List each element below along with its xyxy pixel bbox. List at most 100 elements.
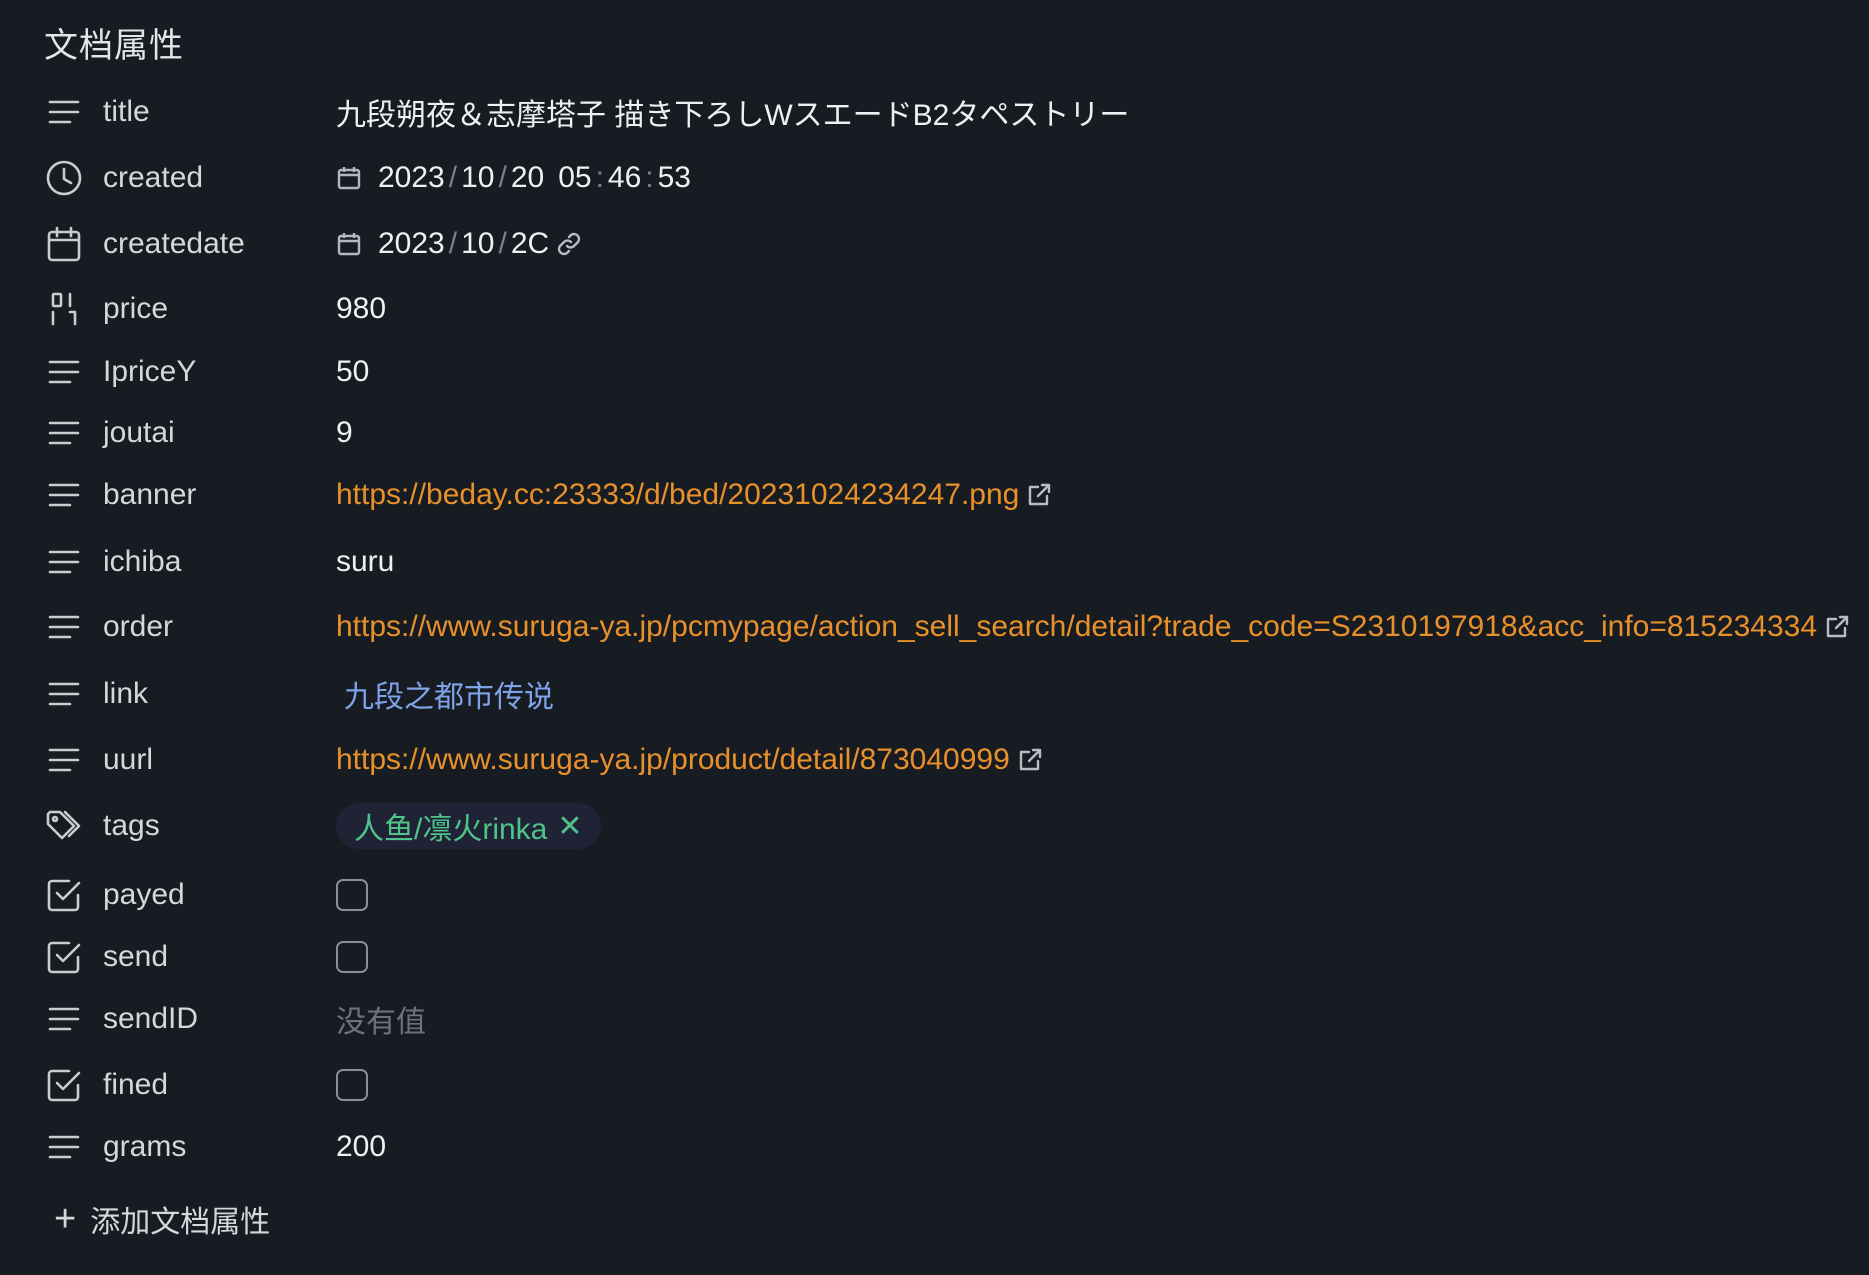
property-name: created bbox=[103, 161, 204, 194]
uurl-value: https://www.suruga-ya.jp/product/detail/… bbox=[336, 733, 1044, 787]
date-year: 2023 bbox=[378, 227, 445, 260]
text-lines-icon bbox=[44, 352, 84, 392]
tag-label: 人鱼/凛火rinka bbox=[354, 813, 548, 846]
panel-heading: 文档属性 bbox=[44, 27, 184, 65]
time-second: 53 bbox=[657, 161, 691, 194]
clock-icon bbox=[44, 158, 84, 198]
property-key[interactable]: order bbox=[44, 600, 173, 654]
created-datetime-value[interactable]: 2023/10/20 05:46:53 bbox=[336, 151, 691, 205]
tags-icon bbox=[44, 806, 84, 846]
property-name: ichiba bbox=[103, 545, 182, 578]
external-link-icon[interactable] bbox=[1016, 746, 1044, 774]
send-value bbox=[336, 930, 368, 984]
uurl-link[interactable]: https://www.suruga-ya.jp/product/detail/… bbox=[336, 743, 1010, 777]
createdate-value[interactable]: 2023/10/2C bbox=[336, 217, 583, 271]
number-icon bbox=[44, 289, 84, 329]
payed-checkbox[interactable] bbox=[336, 879, 368, 911]
property-row-uurl: uurl https://www.suruga-ya.jp/product/de… bbox=[0, 733, 1869, 787]
date-month: 10 bbox=[461, 227, 495, 260]
add-property-button[interactable]: + 添加文档属性 bbox=[54, 1197, 270, 1241]
property-key[interactable]: tags bbox=[44, 799, 160, 853]
text-lines-icon bbox=[44, 1127, 84, 1167]
sendid-empty-placeholder[interactable]: 没有值 bbox=[336, 992, 426, 1046]
property-name: sendID bbox=[103, 1002, 199, 1035]
property-name: uurl bbox=[103, 743, 154, 776]
text-lines-icon bbox=[44, 740, 84, 780]
order-url-link[interactable]: https://www.suruga-ya.jp/pcmypage/action… bbox=[336, 610, 1817, 644]
property-row-created: created 2023/10/20 05:46:53 bbox=[0, 151, 1869, 205]
property-name: price bbox=[103, 292, 169, 325]
property-key[interactable]: link bbox=[44, 667, 148, 721]
property-key[interactable]: joutai bbox=[44, 406, 175, 460]
property-name: banner bbox=[103, 478, 197, 511]
tag-chip[interactable]: 人鱼/凛火rinka ✕ bbox=[336, 803, 601, 849]
property-name: grams bbox=[103, 1130, 187, 1163]
property-key[interactable]: sendID bbox=[44, 992, 198, 1046]
title-value[interactable]: 九段朔夜＆志摩塔子 描き下ろしWスエードB2タペストリー bbox=[336, 85, 1129, 139]
external-link-icon[interactable] bbox=[1823, 613, 1851, 641]
text-lines-icon bbox=[44, 475, 84, 515]
property-row-price: price 980 bbox=[0, 282, 1869, 336]
checkbox-icon bbox=[44, 875, 84, 915]
checkbox-icon bbox=[44, 1065, 84, 1105]
property-row-fined: fined bbox=[0, 1058, 1869, 1112]
calendar-icon bbox=[44, 224, 84, 264]
payed-value bbox=[336, 868, 368, 922]
property-key[interactable]: send bbox=[44, 930, 168, 984]
property-name: joutai bbox=[103, 416, 175, 449]
property-row-joutai: joutai 9 bbox=[0, 406, 1869, 460]
ichiba-value[interactable]: suru bbox=[336, 535, 394, 589]
banner-url-link[interactable]: https://beday.cc:23333/d/bed/20231024234… bbox=[336, 478, 1019, 512]
property-key[interactable]: ichiba bbox=[44, 535, 181, 589]
property-key[interactable]: fined bbox=[44, 1058, 168, 1112]
property-key[interactable]: created bbox=[44, 151, 203, 205]
plus-icon: + bbox=[54, 1198, 77, 1240]
property-row-link: link 九段之都市传说 bbox=[0, 667, 1869, 721]
property-name: payed bbox=[103, 878, 185, 911]
link-icon[interactable] bbox=[555, 230, 583, 258]
send-checkbox[interactable] bbox=[336, 941, 368, 973]
order-value: https://www.suruga-ya.jp/pcmypage/action… bbox=[336, 600, 1851, 654]
text-lines-icon bbox=[44, 607, 84, 647]
property-key[interactable]: banner bbox=[44, 468, 196, 522]
property-row-ichiba: ichiba suru bbox=[0, 535, 1869, 589]
time-minute: 46 bbox=[607, 161, 642, 194]
text-lines-icon bbox=[44, 542, 84, 582]
property-key[interactable]: grams bbox=[44, 1120, 186, 1174]
calendar-small-icon bbox=[336, 231, 362, 257]
banner-value: https://beday.cc:23333/d/bed/20231024234… bbox=[336, 468, 1053, 522]
property-name: createdate bbox=[103, 227, 245, 260]
checkbox-icon bbox=[44, 937, 84, 977]
tags-value: 人鱼/凛火rinka ✕ bbox=[336, 799, 601, 853]
property-key[interactable]: title bbox=[44, 85, 150, 139]
grams-value[interactable]: 200 bbox=[336, 1120, 386, 1174]
property-row-ipricey: IpriceY 50 bbox=[0, 345, 1869, 399]
price-value[interactable]: 980 bbox=[336, 282, 386, 336]
internal-document-link[interactable]: 九段之都市传说 bbox=[344, 672, 554, 716]
property-row-tags: tags 人鱼/凛火rinka ✕ bbox=[0, 799, 1869, 853]
property-name: fined bbox=[103, 1068, 169, 1101]
property-key[interactable]: price bbox=[44, 282, 168, 336]
property-name: order bbox=[103, 610, 174, 643]
text-lines-icon bbox=[44, 999, 84, 1039]
date-year: 2023 bbox=[378, 161, 445, 194]
text-lines-icon bbox=[44, 674, 84, 714]
fined-checkbox[interactable] bbox=[336, 1069, 368, 1101]
property-key[interactable]: createdate bbox=[44, 217, 245, 271]
calendar-small-icon bbox=[336, 165, 362, 191]
property-key[interactable]: payed bbox=[44, 868, 185, 922]
property-name: title bbox=[103, 95, 150, 128]
property-row-payed: payed bbox=[0, 868, 1869, 922]
external-link-icon[interactable] bbox=[1025, 481, 1053, 509]
ipricey-value[interactable]: 50 bbox=[336, 345, 369, 399]
text-lines-icon bbox=[44, 92, 84, 132]
remove-tag-icon[interactable]: ✕ bbox=[557, 809, 582, 844]
property-row-sendid: sendID 没有值 bbox=[0, 992, 1869, 1046]
property-key[interactable]: uurl bbox=[44, 733, 153, 787]
date-day: 20 bbox=[510, 161, 545, 194]
property-row-order: order https://www.suruga-ya.jp/pcmypage/… bbox=[0, 600, 1869, 654]
property-row-send: send bbox=[0, 930, 1869, 984]
property-key[interactable]: IpriceY bbox=[44, 345, 196, 399]
joutai-value[interactable]: 9 bbox=[336, 406, 353, 460]
property-name: link bbox=[103, 677, 149, 710]
